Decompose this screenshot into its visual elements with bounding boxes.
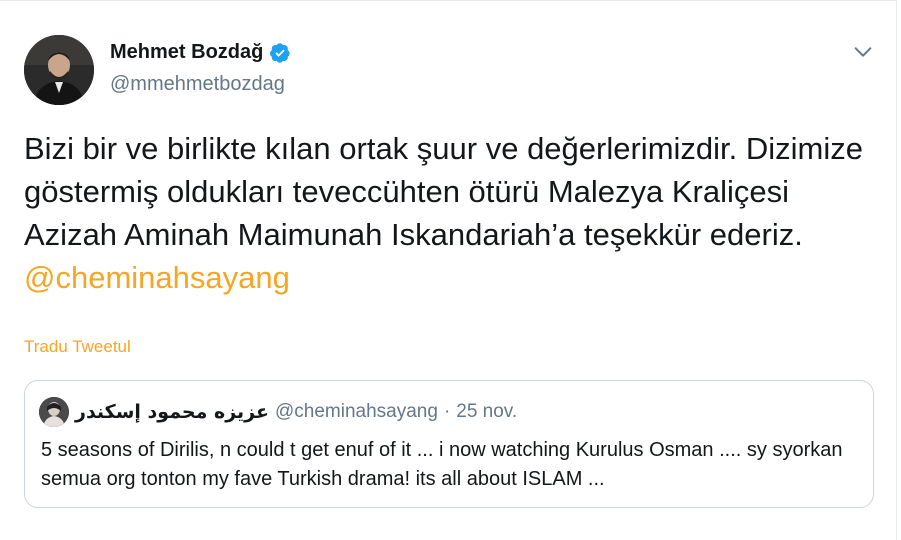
quoted-author-handle[interactable]: @cheminahsayang [275, 401, 438, 423]
avatar[interactable] [24, 35, 94, 105]
quoted-avatar[interactable] [39, 397, 69, 427]
chevron-down-icon[interactable] [852, 41, 874, 63]
tweet-body: Bizi bir ve birlikte kılan ortak şuur ve… [24, 131, 863, 252]
quoted-tweet-header: عزيزه محمود إسكندر @cheminahsayang · 25 … [39, 397, 517, 427]
author-name-row[interactable]: Mehmet Bozdağ [110, 41, 291, 64]
quoted-avatar-image [39, 397, 69, 427]
verified-badge-icon [270, 42, 290, 63]
author-handle[interactable]: @mmehmetbozdag [110, 73, 285, 96]
tweet-text: Bizi bir ve birlikte kılan ortak şuur ve… [24, 127, 884, 299]
quoted-date[interactable]: 25 nov. [456, 401, 517, 423]
translate-tweet-link[interactable]: Tradu Tweetul [24, 337, 131, 357]
author-name[interactable]: Mehmet Bozdağ [110, 41, 263, 64]
quoted-tweet[interactable]: عزيزه محمود إسكندر @cheminahsayang · 25 … [24, 380, 874, 508]
avatar-image [24, 35, 94, 105]
quoted-author-name[interactable]: عزيزه محمود إسكندر [75, 401, 269, 423]
mention-link[interactable]: @cheminahsayang [24, 260, 290, 295]
tweet-card: Mehmet Bozdağ @mmehmetbozdag Bizi bir ve… [0, 0, 897, 540]
quoted-separator: · [443, 401, 451, 422]
quoted-tweet-text: 5 seasons of Dirilis, n could t get enuf… [41, 439, 843, 490]
